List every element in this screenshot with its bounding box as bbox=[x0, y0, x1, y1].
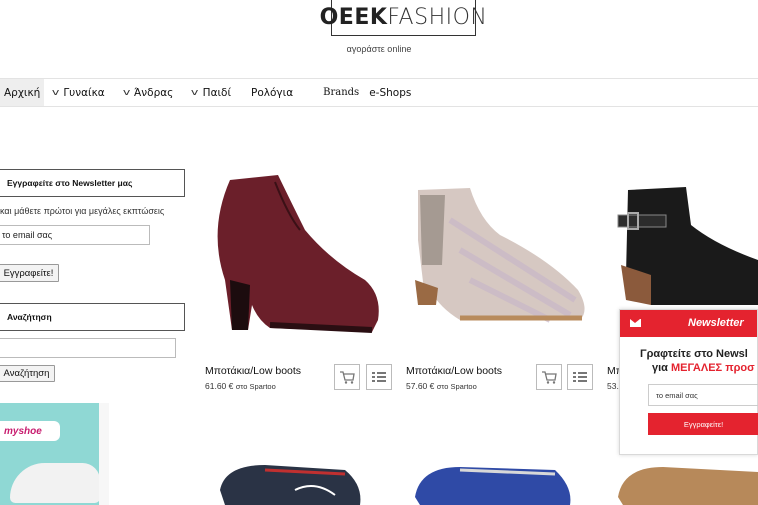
popup-subheadline-highlight: ΜΕΓΑΛΕΣ προσ bbox=[671, 362, 755, 374]
nav-label: Αρχική bbox=[4, 86, 41, 99]
sidebar-ad-banner[interactable]: myshoe bbox=[0, 403, 109, 505]
nav-item-brands[interactable]: Brands bbox=[299, 79, 365, 106]
search-input[interactable] bbox=[0, 338, 176, 358]
site-tagline: αγοράστε online bbox=[346, 44, 412, 54]
popup-email-input[interactable]: το email σας bbox=[648, 384, 758, 406]
chevron-down-icon: v bbox=[51, 87, 60, 98]
newsletter-box-title: Εγγραφείτε στο Newsletter μας bbox=[0, 169, 185, 197]
nav-label: Γυναίκα bbox=[63, 86, 105, 99]
list-icon bbox=[573, 372, 587, 382]
nav-item-women[interactable]: v Γυναίκα bbox=[44, 79, 111, 106]
popup-title: Newsletter bbox=[688, 317, 744, 329]
product-details-button[interactable] bbox=[567, 364, 593, 390]
nav-label: Παιδί bbox=[202, 86, 232, 99]
search-box-title: Αναζήτηση bbox=[0, 303, 185, 331]
nav-item-men[interactable]: v Άνδρας bbox=[111, 79, 180, 106]
product-price: 61.60 € στο Spartoo bbox=[205, 381, 276, 391]
product-details-button[interactable] bbox=[366, 364, 392, 390]
popup-headline: Γραφτείτε στο Newsl bbox=[640, 348, 748, 360]
popup-header: Newsletter bbox=[620, 310, 757, 337]
product-price: 53. bbox=[607, 381, 619, 391]
nav-label: Brands bbox=[323, 87, 360, 98]
price-shop: στο Spartoo bbox=[436, 382, 477, 391]
nav-label: Ρολόγια bbox=[251, 86, 294, 99]
subscribe-button[interactable]: Εγγραφείτε! bbox=[0, 264, 59, 282]
price-value: 61.60 € bbox=[205, 381, 234, 391]
price-value: 57.60 € bbox=[406, 381, 435, 391]
chevron-down-icon: v bbox=[122, 87, 131, 98]
price-value: 53. bbox=[607, 381, 619, 391]
ad-sneaker-image bbox=[10, 463, 100, 503]
popup-subheadline: για ΜΕΓΑΛΕΣ προσ bbox=[652, 362, 755, 374]
chevron-down-icon: v bbox=[191, 87, 199, 98]
search-button[interactable]: Αναζήτηση bbox=[0, 365, 55, 382]
product-image-4[interactable] bbox=[205, 460, 365, 505]
ad-edge-strip bbox=[99, 403, 109, 505]
newsletter-email-input[interactable]: το email σας bbox=[0, 225, 150, 245]
product-title[interactable]: Μποτάκια/Low boots bbox=[406, 365, 502, 377]
nav-item-eshops[interactable]: e-Shops bbox=[365, 79, 417, 106]
ad-brand-logo: myshoe bbox=[0, 421, 60, 441]
logo-light-text: FASHION bbox=[387, 5, 488, 30]
popup-subscribe-button[interactable]: Εγγραφείτε! bbox=[648, 413, 758, 435]
product-image-2[interactable] bbox=[400, 180, 590, 330]
cart-icon bbox=[340, 371, 355, 384]
product-image-3[interactable] bbox=[606, 185, 758, 310]
envelope-icon bbox=[630, 319, 641, 327]
nav-label: e-Shops bbox=[369, 86, 412, 99]
site-logo[interactable]: OEEK FASHION bbox=[320, 0, 487, 36]
nav-item-watches[interactable]: Ρολόγια bbox=[237, 79, 299, 106]
list-icon bbox=[372, 372, 386, 382]
popup-subheadline-prefix: για bbox=[652, 362, 668, 374]
logo-bold-text: OEEK bbox=[319, 5, 388, 30]
add-to-cart-button[interactable] bbox=[536, 364, 562, 390]
product-image-1[interactable] bbox=[200, 170, 380, 350]
nav-item-kids[interactable]: v Παιδί bbox=[179, 79, 237, 106]
newsletter-description: και μάθετε πρώτοι για μεγάλες εκπτώσεις bbox=[0, 206, 165, 216]
cart-icon bbox=[542, 371, 557, 384]
product-price: 57.60 € στο Spartoo bbox=[406, 381, 477, 391]
product-image-6[interactable] bbox=[608, 462, 758, 505]
nav-label: Άνδρας bbox=[134, 86, 174, 99]
nav-item-home[interactable]: Αρχική bbox=[0, 79, 44, 106]
main-nav: Αρχική v Γυναίκα v Άνδρας v Παιδί Ρολόγι… bbox=[0, 78, 758, 107]
add-to-cart-button[interactable] bbox=[334, 364, 360, 390]
product-title[interactable]: Μποτάκια/Low boots bbox=[205, 365, 301, 377]
product-image-5[interactable] bbox=[405, 462, 575, 505]
price-shop: στο Spartoo bbox=[235, 382, 276, 391]
newsletter-popup: Newsletter Γραφτείτε στο Newsl για ΜΕΓΑΛ… bbox=[619, 309, 758, 455]
